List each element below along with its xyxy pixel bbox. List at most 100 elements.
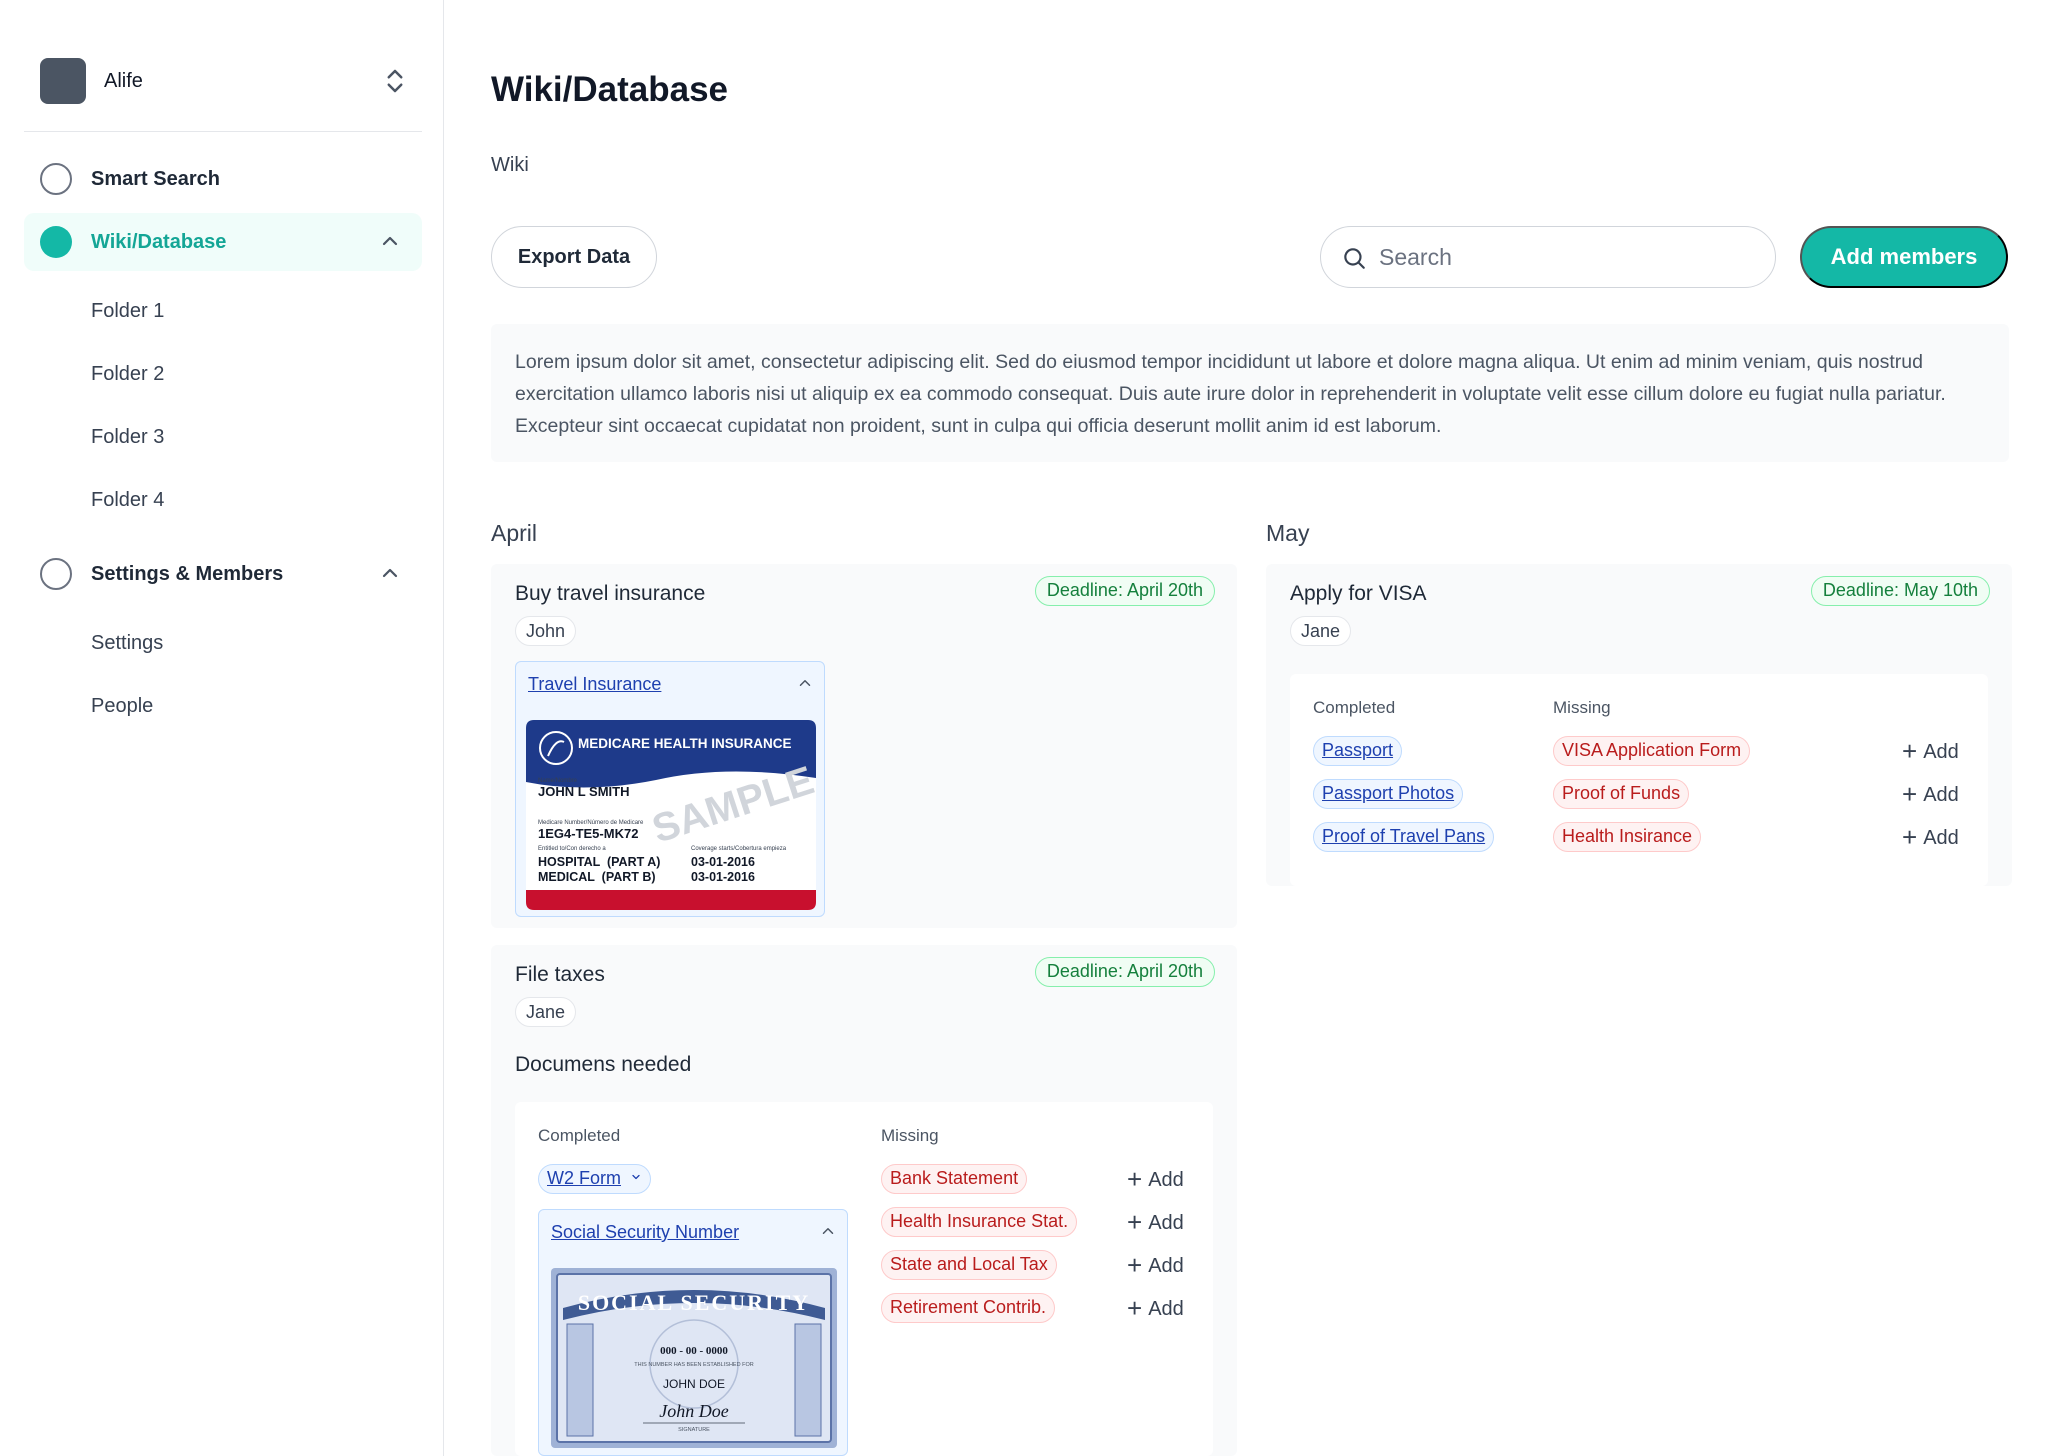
assignee-chip[interactable]: Jane — [1290, 616, 1352, 646]
add-button[interactable]: + Add — [1127, 1164, 1184, 1195]
sidebar-divider — [24, 131, 422, 132]
add-button[interactable]: + Add — [1902, 779, 1959, 810]
sidebar: Alife Smart Search Wiki/Database Folder … — [0, 0, 444, 1456]
card-hospital-date: 03-01-2016 — [691, 855, 755, 869]
card-header: MEDICARE HEALTH INSURANCE — [578, 736, 792, 751]
deadline-badge: Deadline: April 20th — [1034, 957, 1215, 987]
add-button[interactable]: + Add — [1127, 1293, 1184, 1324]
nav-label: Wiki/Database — [91, 231, 227, 253]
missing-chip-visa-application[interactable]: VISA Application Form — [1553, 736, 1751, 766]
search-input[interactable] — [1379, 239, 1749, 275]
description: Lorem ipsum dolor sit amet, consectetur … — [491, 324, 2009, 462]
card-name: JOHN DOE — [663, 1377, 725, 1391]
chevron-up-down-icon[interactable] — [380, 66, 410, 96]
documents-panel: Completed Missing W2 Form Social Securit… — [515, 1102, 1213, 1456]
chip-label: W2 Form — [547, 1168, 621, 1188]
breadcrumb[interactable]: Wiki — [491, 154, 529, 177]
attachment-link[interactable]: Travel Insurance — [528, 674, 661, 695]
nav-label: Settings & Members — [91, 563, 284, 585]
completed-header: Completed — [1313, 698, 1396, 717]
add-label: Add — [1923, 784, 1959, 806]
attachment-preview: Social Security Number SOCIAL SECURITY 0… — [538, 1209, 848, 1456]
sidebar-item-people[interactable]: People — [91, 695, 153, 718]
card-entitled-label: Entitled to/Con derecho a — [538, 846, 606, 852]
missing-header: Missing — [881, 1126, 939, 1145]
search-icon — [1344, 248, 1365, 269]
card-name: JOHN L SMITH — [538, 784, 630, 799]
documents-panel: Completed Missing Passport Passport Phot… — [1290, 674, 1988, 886]
nav-item-settings-members[interactable]: Settings & Members — [24, 545, 422, 603]
social-security-card-image: SOCIAL SECURITY 000 - 00 - 0000 THIS NUM… — [551, 1268, 837, 1448]
completed-chip-proof-of-travel-plans[interactable]: Proof of Travel Pans — [1313, 822, 1495, 852]
plus-icon: + — [1127, 1164, 1143, 1194]
plus-icon: + — [1127, 1207, 1143, 1237]
add-button[interactable]: + Add — [1902, 822, 1959, 853]
card-medical: MEDICAL (PART B) — [538, 870, 656, 884]
missing-chip-state-local-tax[interactable]: State and Local Tax — [881, 1250, 1057, 1280]
medicare-card-image: MEDICARE HEALTH INSURANCE SAMPLE Name/No… — [526, 720, 816, 910]
nav-item-smart-search[interactable]: Smart Search — [24, 150, 422, 208]
add-button[interactable]: + Add — [1902, 736, 1959, 767]
sidebar-item-folder-3[interactable]: Folder 3 — [91, 426, 164, 449]
deadline-badge: Deadline: May 10th — [1810, 576, 1990, 606]
missing-chip-proof-of-funds[interactable]: Proof of Funds — [1553, 779, 1690, 809]
documents-needed-label: Documens needed — [515, 1053, 692, 1076]
month-heading-may: May — [1266, 520, 1310, 546]
search-box[interactable] — [1320, 226, 1776, 288]
plus-icon: + — [1902, 822, 1918, 852]
add-label: Add — [1923, 741, 1959, 763]
chevron-up-icon[interactable] — [796, 674, 814, 692]
assignee-chip[interactable]: Jane — [515, 997, 577, 1027]
sidebar-item-folder-4[interactable]: Folder 4 — [91, 489, 164, 512]
add-button[interactable]: + Add — [1127, 1207, 1184, 1238]
chevron-up-icon[interactable] — [378, 229, 402, 253]
attachment-preview: Travel Insurance MEDICARE HEALTH INSURAN… — [515, 661, 825, 917]
chevron-up-icon[interactable] — [819, 1222, 837, 1240]
card-hospital: HOSPITAL (PART A) — [538, 855, 660, 869]
completed-chip-passport[interactable]: Passport — [1313, 736, 1403, 766]
assignee-chip[interactable]: John — [515, 616, 577, 646]
nav-item-wiki-database[interactable]: Wiki/Database — [24, 213, 422, 271]
task-card-apply-for-visa: Apply for VISA Deadline: May 10th Jane C… — [1266, 564, 2012, 886]
export-data-button[interactable]: Export Data — [491, 226, 657, 288]
task-card-buy-travel-insurance: Buy travel insurance Deadline: April 20t… — [491, 564, 1237, 928]
add-members-button[interactable]: Add members — [1800, 226, 2008, 288]
task-title: Apply for VISA — [1290, 582, 1427, 605]
completed-header: Completed — [538, 1126, 621, 1145]
add-button[interactable]: + Add — [1127, 1250, 1184, 1281]
card-header: SOCIAL SECURITY — [578, 1290, 810, 1315]
chevron-down-icon — [632, 1174, 640, 1180]
plus-icon: + — [1902, 736, 1918, 766]
missing-chip-retirement[interactable]: Retirement Contrib. — [881, 1293, 1056, 1323]
add-label: Add — [1148, 1255, 1184, 1277]
page-title: Wiki/Database — [491, 70, 729, 109]
sidebar-item-folder-1[interactable]: Folder 1 — [91, 300, 164, 323]
completed-chip-w2-form[interactable]: W2 Form — [538, 1164, 652, 1194]
missing-header: Missing — [1553, 698, 1611, 717]
card-number: 1EG4-TE5-MK72 — [538, 826, 638, 841]
completed-chip-passport-photos[interactable]: Passport Photos — [1313, 779, 1464, 809]
circle-icon — [40, 558, 72, 590]
card-medical-date: 03-01-2016 — [691, 870, 755, 884]
task-card-file-taxes: File taxes Deadline: April 20th Jane Doc… — [491, 945, 1237, 1456]
sidebar-item-settings[interactable]: Settings — [91, 632, 163, 655]
workspace-switcher[interactable]: Alife — [24, 46, 422, 114]
workspace-name: Alife — [104, 70, 143, 92]
sidebar-item-folder-2[interactable]: Folder 2 — [91, 363, 164, 386]
missing-chip-bank-statement[interactable]: Bank Statement — [881, 1164, 1028, 1194]
add-label: Add — [1148, 1298, 1184, 1320]
task-title: File taxes — [515, 963, 605, 986]
main-content: Wiki/Database Wiki Export Data Add membe… — [444, 0, 2048, 1456]
month-heading-april: April — [491, 520, 538, 546]
chevron-up-icon[interactable] — [378, 561, 402, 585]
circle-icon — [40, 226, 72, 258]
missing-chip-health-insurance[interactable]: Health Insurance Stat. — [881, 1207, 1078, 1237]
attachment-link[interactable]: Social Security Number — [551, 1222, 739, 1243]
missing-chip-health-insurance[interactable]: Health Insirance — [1553, 822, 1702, 852]
workspace-logo — [40, 58, 86, 104]
add-label: Add — [1148, 1169, 1184, 1191]
nav-label: Smart Search — [91, 168, 220, 190]
plus-icon: + — [1902, 779, 1918, 809]
circle-icon — [40, 163, 72, 195]
task-title: Buy travel insurance — [515, 582, 706, 605]
